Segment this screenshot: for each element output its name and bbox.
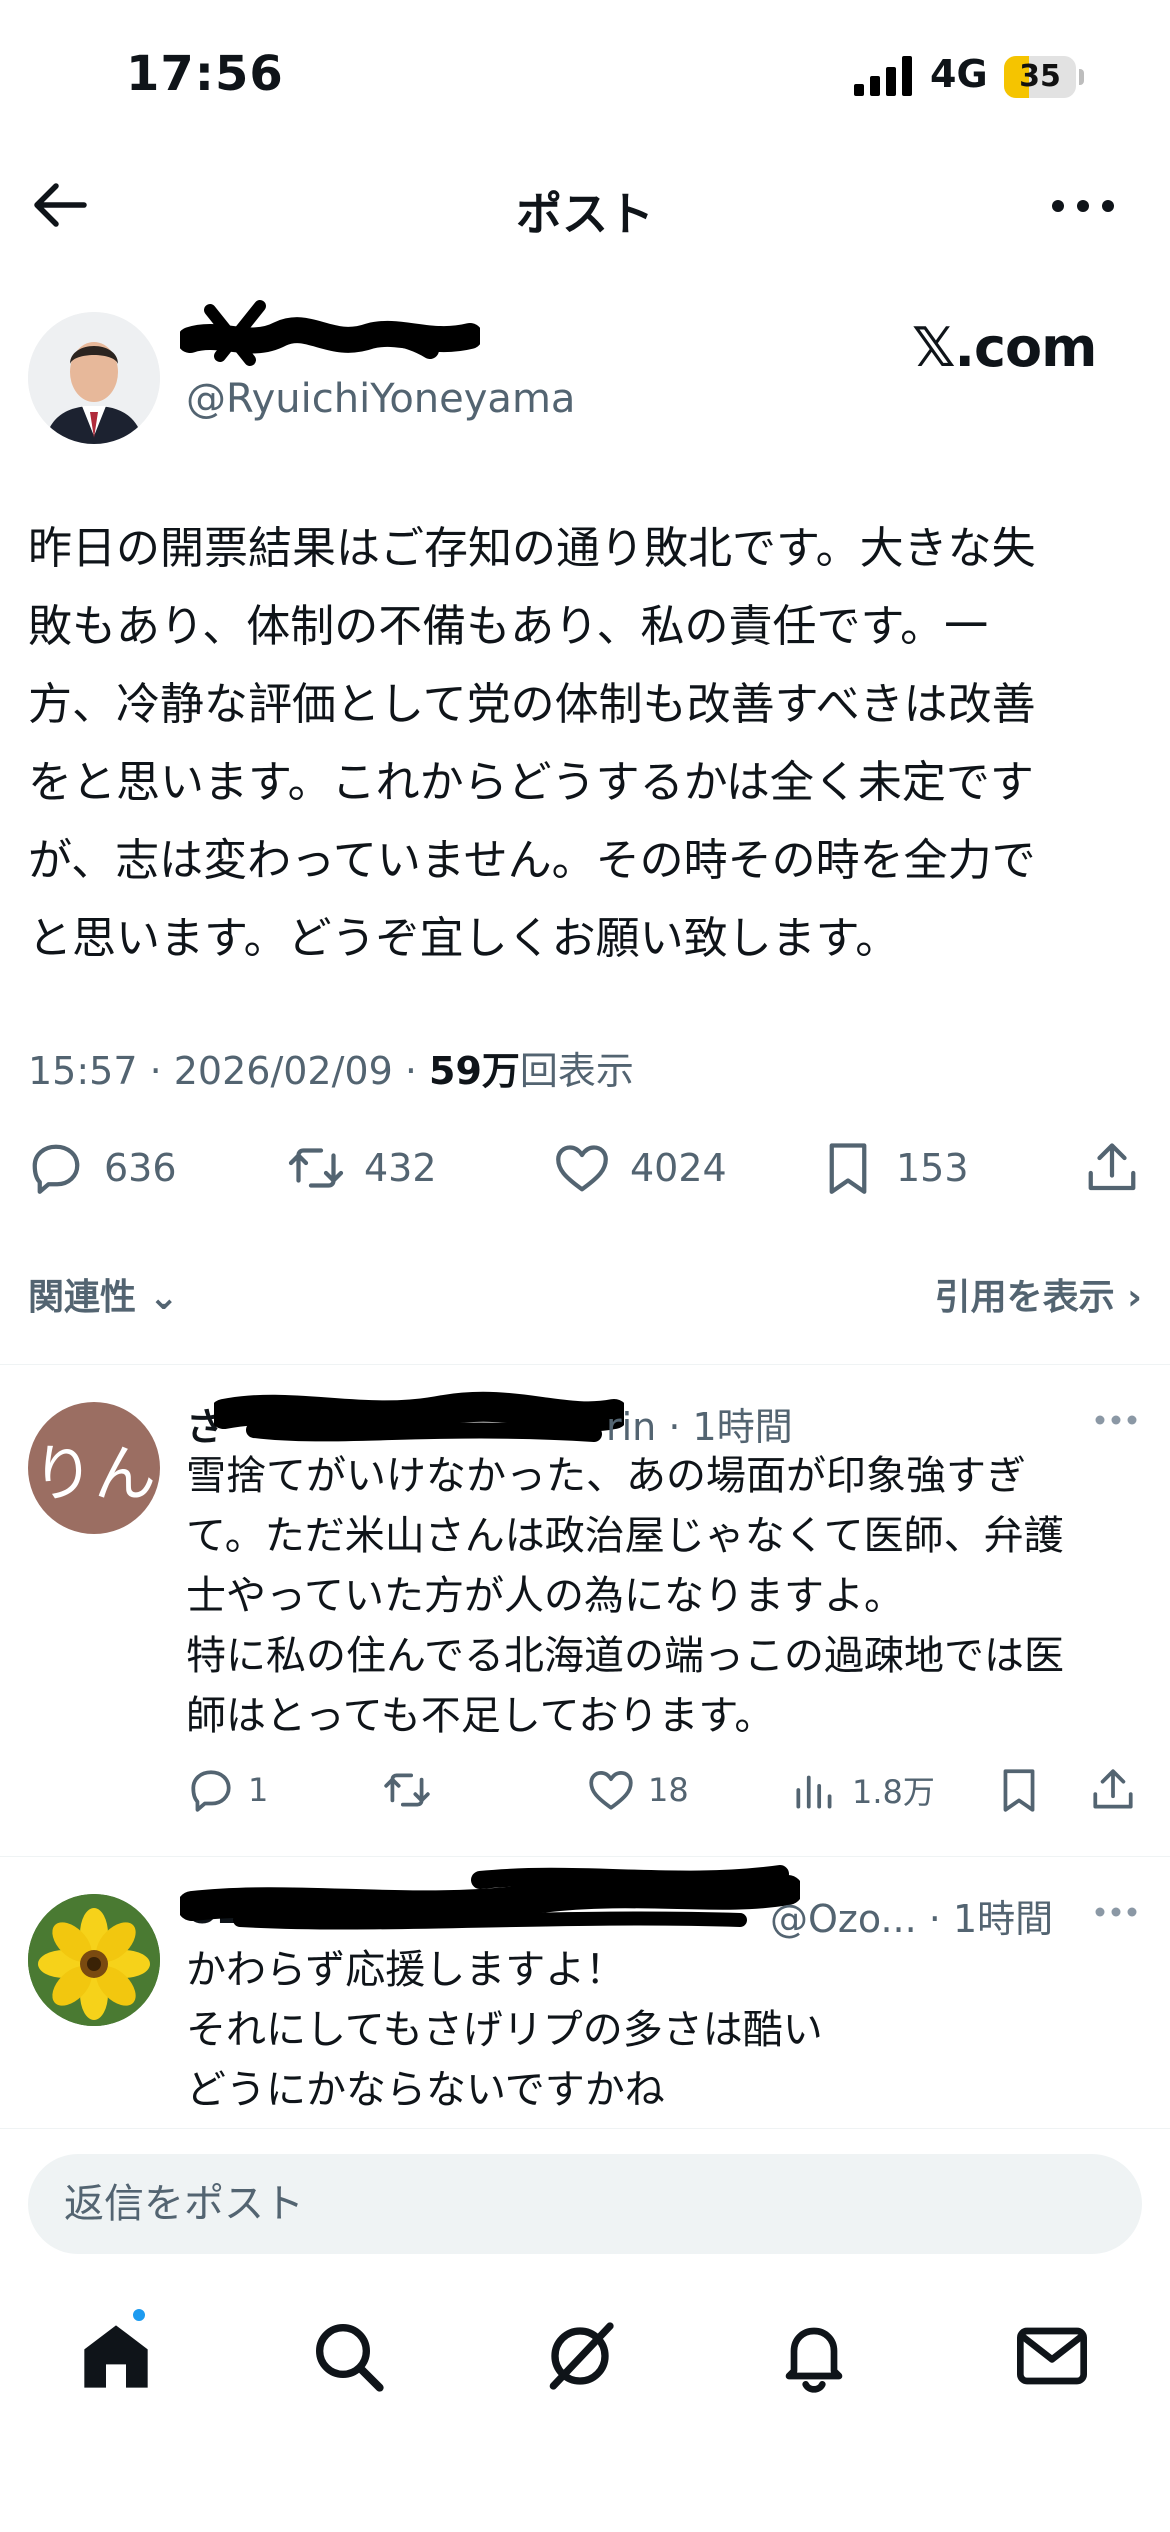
divider — [0, 2128, 1170, 2129]
home-icon[interactable] — [76, 2316, 156, 2396]
bottom-tab-bar — [0, 2296, 1170, 2416]
sort-replies-dropdown[interactable]: 関連性 ⌄ — [28, 1268, 179, 1320]
battery-icon: 35 — [1004, 56, 1084, 98]
author-handle[interactable]: @RyuichiYoneyama — [186, 376, 575, 422]
view-quotes-link[interactable]: 引用を表示 › — [935, 1268, 1142, 1320]
repost-icon — [288, 1148, 344, 1188]
reply-like-button[interactable]: 18 — [586, 1760, 689, 1820]
messages-icon[interactable] — [1012, 2316, 1092, 2396]
reply-time: · 1時間 — [928, 1897, 1054, 1941]
bookmark-icon — [829, 1143, 867, 1194]
post-actions: 636 432 4024 153 — [0, 1128, 1170, 1208]
reply-icon — [32, 1144, 80, 1194]
share-icon — [1093, 1769, 1133, 1809]
page-title: ポスト — [516, 187, 654, 241]
author-avatar[interactable] — [28, 312, 160, 444]
post-text: 昨日の開票結果はご存知の通り敗北です。大きな失 敗もあり、体制の不備もあり、私の… — [28, 523, 1036, 964]
share-button[interactable] — [1082, 1128, 1142, 1208]
reply-reply-button[interactable]: 1 — [186, 1760, 268, 1820]
share-icon — [1088, 1143, 1136, 1191]
reply-time: · 1時間 — [668, 1405, 793, 1449]
reply-count: 636 — [104, 1146, 177, 1190]
signal-icon — [854, 56, 912, 96]
chevron-right-icon: › — [1127, 1277, 1142, 1318]
search-icon[interactable] — [308, 2316, 388, 2396]
reply-avatar[interactable]: りん — [28, 1402, 160, 1534]
bookmark-icon — [1003, 1769, 1035, 1812]
reply-input[interactable]: 返信をポスト — [28, 2154, 1142, 2254]
quotes-label: 引用を表示 — [934, 1277, 1115, 1318]
reply-repost-button[interactable] — [382, 1760, 444, 1820]
repost-count: 432 — [364, 1146, 437, 1190]
reply-icon — [191, 1770, 231, 1812]
more-options-icon[interactable] — [1050, 196, 1116, 216]
repost-button[interactable]: 432 — [286, 1128, 437, 1208]
notifications-icon[interactable] — [774, 2316, 854, 2396]
redacted-reply-name — [180, 1865, 800, 1930]
reply-handle[interactable]: rin — [606, 1405, 656, 1449]
status-time: 17:56 — [126, 46, 284, 102]
reply-views-count: 1.8万 — [852, 1773, 935, 1811]
views-label: 回表示 — [519, 1049, 634, 1093]
bookmark-button[interactable]: 153 — [818, 1128, 969, 1208]
reply-text: 雪捨てがいけなかった、あの場面が印象強すぎ て。ただ米山さんは政治屋じゃなくて医… — [186, 1453, 1064, 1739]
reply-meta: rin · 1時間 — [606, 1396, 793, 1451]
analytics-icon — [796, 1775, 832, 1809]
post-meta: 15:57 · 2026/02/09 · 59万回表示 — [28, 1040, 634, 1095]
redacted-author-name — [180, 300, 480, 366]
reply-meta: @Ozo... · 1時間 — [770, 1888, 1053, 1943]
divider — [0, 1364, 1170, 1365]
grok-icon[interactable] — [540, 2316, 620, 2396]
reply-actions: 1 18 1.8万 — [186, 1760, 1146, 1820]
reply-share-button[interactable] — [1088, 1760, 1138, 1820]
battery-percent: 35 — [1019, 59, 1061, 94]
reply-bookmark-button[interactable] — [994, 1760, 1056, 1820]
reply-text: かわらず応援しますよ！ それにしてもさげリプの多さは酷い どうにかならないですか… — [186, 1947, 823, 2113]
chevron-down-icon: ⌄ — [148, 1277, 179, 1318]
bookmark-count: 153 — [896, 1146, 969, 1190]
embed-badge: 𝕏.com — [912, 316, 1097, 379]
heart-icon — [556, 1145, 608, 1192]
home-notification-dot — [130, 2306, 148, 2324]
reply-more-icon[interactable] — [1094, 1906, 1138, 1918]
reply-avatar-flower[interactable] — [28, 1894, 160, 2026]
sort-label: 関連性 — [28, 1277, 137, 1318]
post-time: 15:57 · 2026/02/09 · — [28, 1049, 430, 1093]
reply-reply-count: 1 — [248, 1771, 269, 1809]
reply-views-button[interactable]: 1.8万 — [790, 1760, 935, 1820]
redacted-reply-name — [214, 1391, 624, 1442]
reply-more-icon[interactable] — [1094, 1414, 1138, 1426]
reply-handle[interactable]: @Ozo... — [770, 1897, 917, 1941]
like-button[interactable]: 4024 — [552, 1128, 727, 1208]
reply-button[interactable]: 636 — [26, 1128, 177, 1208]
heart-icon — [589, 1771, 633, 1810]
repost-icon — [384, 1773, 430, 1807]
reply-like-count: 18 — [648, 1771, 689, 1809]
like-count: 4024 — [630, 1146, 727, 1190]
network-type: 4G — [930, 52, 988, 96]
views-count: 59万 — [429, 1049, 520, 1093]
